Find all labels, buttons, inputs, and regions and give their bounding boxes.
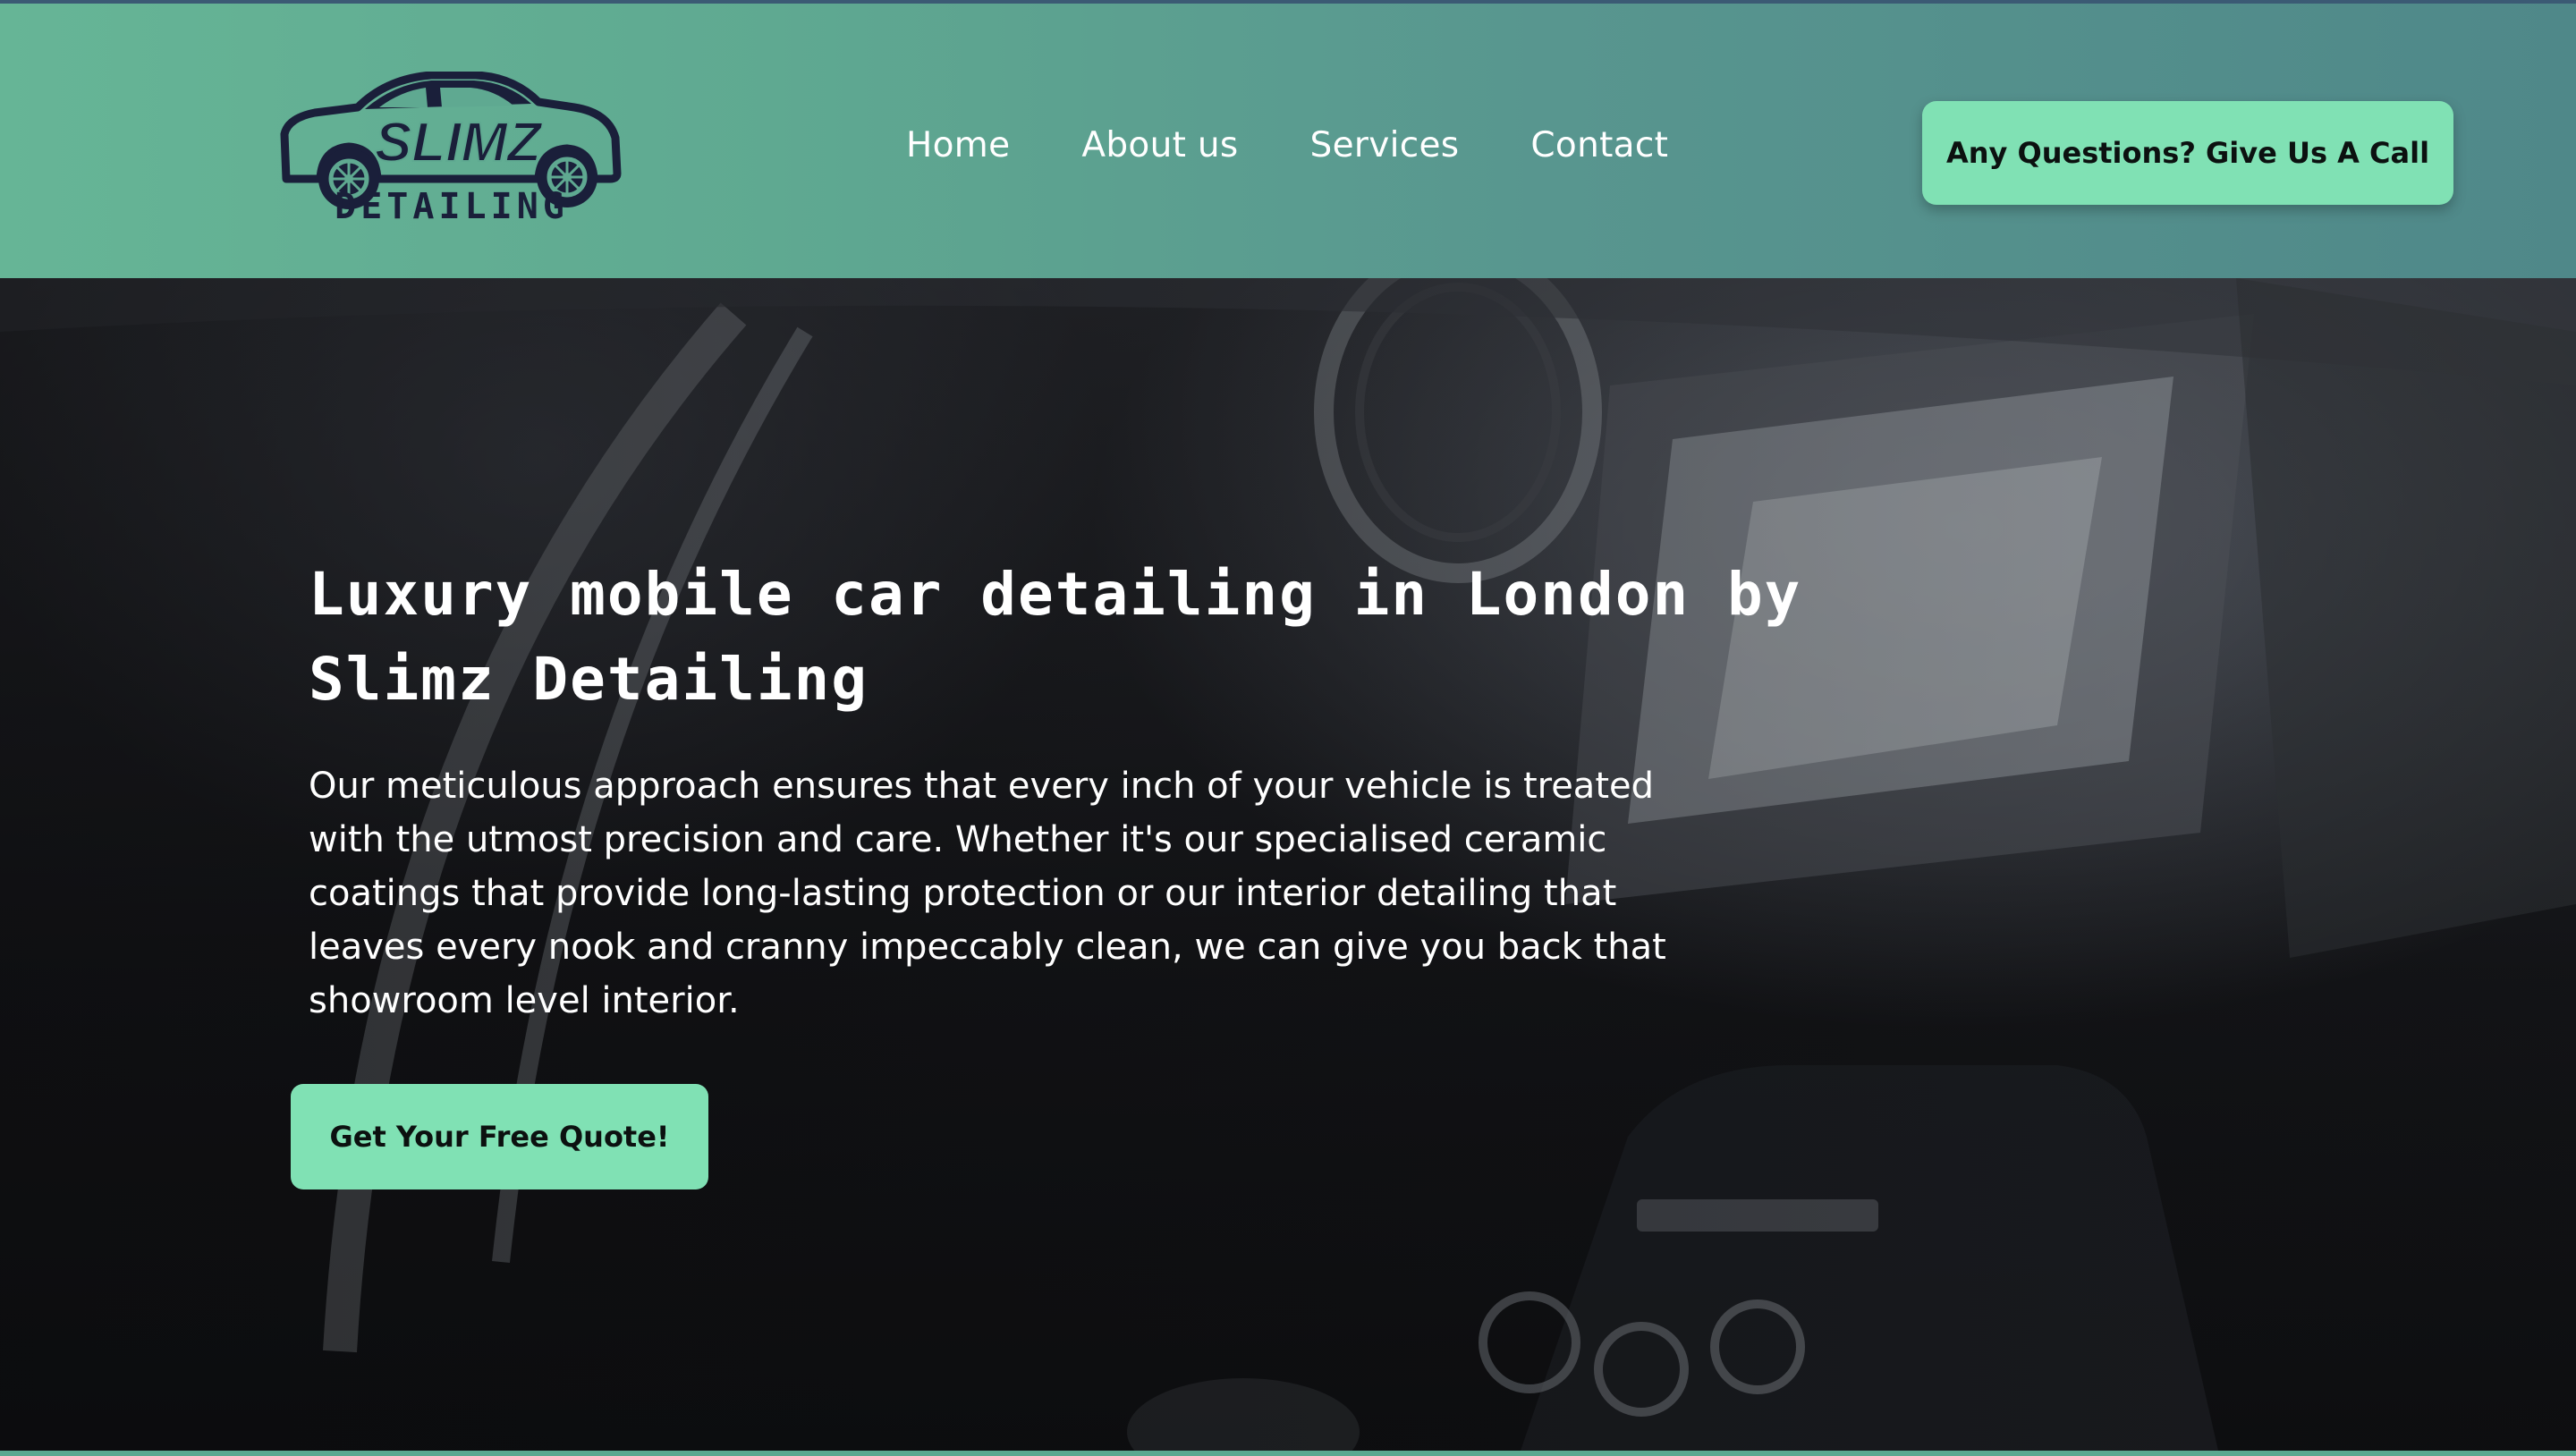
call-us-button[interactable]: Any Questions? Give Us A Call: [1922, 101, 2453, 205]
car-logo-icon: SLIMZ DETAILING: [280, 72, 622, 222]
nav-services[interactable]: Services: [1310, 125, 1460, 165]
hero-description: Our meticulous approach ensures that eve…: [309, 766, 1666, 1021]
free-quote-button[interactable]: Get Your Free Quote!: [291, 1084, 708, 1189]
logo-sub-text: DETAILING: [335, 186, 569, 222]
slimz-detailing-logo[interactable]: SLIMZ DETAILING: [279, 72, 624, 222]
hero-title: Luxury mobile car detailing in London by…: [309, 560, 1802, 714]
nav-home[interactable]: Home: [906, 125, 1010, 165]
bottom-accent-bar: [0, 1451, 2576, 1456]
nav-about-us[interactable]: About us: [1081, 125, 1238, 165]
hero-section: Luxury mobile car detailing in London by…: [0, 278, 2576, 1451]
logo-main-text: SLIMZ: [375, 112, 543, 174]
main-nav: Home About us Services Contact: [906, 120, 1668, 170]
page: SLIMZ DETAILING Home About us Services C…: [0, 0, 2576, 1456]
nav-contact[interactable]: Contact: [1530, 125, 1668, 165]
site-header: SLIMZ DETAILING Home About us Services C…: [0, 0, 2576, 278]
